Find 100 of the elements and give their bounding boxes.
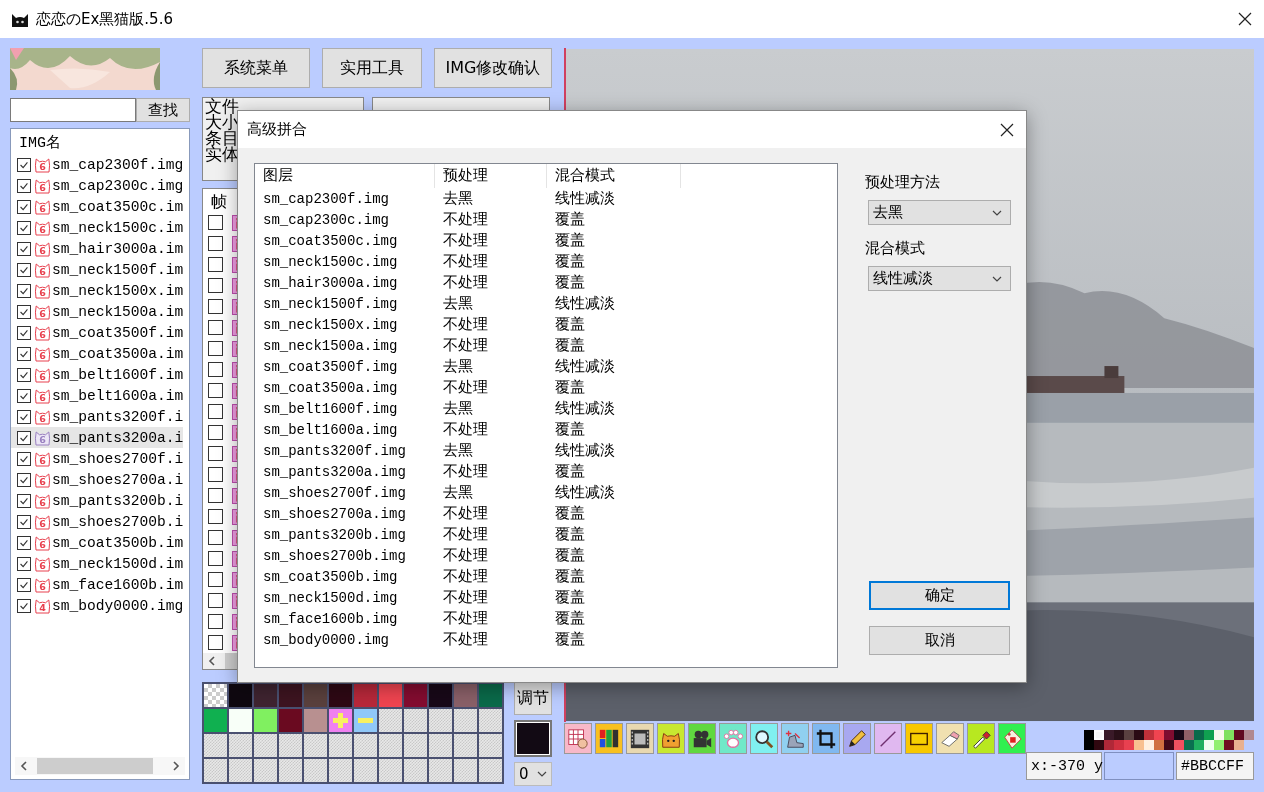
tool-button[interactable] bbox=[750, 723, 778, 754]
layer-select[interactable]: 0 bbox=[514, 762, 552, 786]
color-swatch[interactable] bbox=[254, 709, 277, 732]
checkbox[interactable] bbox=[17, 283, 31, 298]
current-color-swatch[interactable] bbox=[514, 720, 552, 757]
checkbox[interactable] bbox=[208, 614, 223, 629]
checkbox[interactable] bbox=[208, 509, 223, 524]
list-item[interactable]: 6 sm_pants3200a.i bbox=[11, 427, 184, 448]
list-item[interactable]: 6 sm_coat3500a.im bbox=[11, 343, 184, 364]
checkbox[interactable] bbox=[17, 178, 31, 193]
empty-swatch[interactable] bbox=[479, 709, 502, 732]
color-swatch[interactable] bbox=[229, 709, 252, 732]
empty-swatch[interactable] bbox=[454, 734, 477, 757]
checkbox[interactable] bbox=[17, 472, 31, 487]
color-swatch[interactable] bbox=[479, 684, 502, 707]
empty-swatch[interactable] bbox=[479, 759, 502, 782]
add-color-button[interactable] bbox=[329, 709, 352, 732]
list-item[interactable]: 6 sm_coat3500c.im bbox=[11, 196, 184, 217]
list-item[interactable]: 6 sm_neck1500c.im bbox=[11, 217, 184, 238]
list-item[interactable]: 6 sm_pants3200b.i bbox=[11, 490, 184, 511]
checkbox[interactable] bbox=[208, 635, 223, 650]
palette-strip-drawing[interactable] bbox=[1084, 730, 1254, 750]
tool-button[interactable] bbox=[812, 723, 840, 754]
close-icon[interactable] bbox=[1238, 12, 1252, 26]
checkbox[interactable] bbox=[208, 404, 223, 419]
checkbox[interactable] bbox=[17, 556, 31, 571]
checkbox[interactable] bbox=[17, 346, 31, 361]
checkbox[interactable] bbox=[208, 383, 223, 398]
list-item[interactable]: 6 sm_neck1500a.im bbox=[11, 301, 184, 322]
empty-swatch[interactable] bbox=[454, 759, 477, 782]
empty-swatch[interactable] bbox=[379, 734, 402, 757]
color-swatch[interactable] bbox=[204, 709, 227, 732]
checkbox[interactable] bbox=[17, 409, 31, 424]
empty-swatch[interactable] bbox=[229, 759, 252, 782]
checkbox[interactable] bbox=[208, 278, 223, 293]
checkbox[interactable] bbox=[208, 488, 223, 503]
empty-swatch[interactable] bbox=[329, 734, 352, 757]
checkbox[interactable] bbox=[17, 220, 31, 235]
list-item[interactable]: 6 sm_coat3500b.im bbox=[11, 532, 184, 553]
checkbox[interactable] bbox=[17, 535, 31, 550]
empty-swatch[interactable] bbox=[279, 759, 302, 782]
empty-swatch[interactable] bbox=[404, 759, 427, 782]
preprocess-select[interactable]: 去黑 bbox=[868, 200, 1011, 225]
list-item[interactable]: 6 sm_cap2300f.img bbox=[11, 154, 184, 175]
checkbox[interactable] bbox=[208, 593, 223, 608]
checkbox[interactable] bbox=[17, 157, 31, 172]
empty-swatch[interactable] bbox=[429, 709, 452, 732]
checkbox[interactable] bbox=[17, 367, 31, 382]
scrollbar-thumb[interactable] bbox=[37, 758, 153, 774]
checkbox[interactable] bbox=[208, 215, 223, 230]
empty-swatch[interactable] bbox=[379, 759, 402, 782]
checkbox[interactable] bbox=[208, 467, 223, 482]
scroll-right-icon[interactable] bbox=[170, 760, 182, 772]
checkbox[interactable] bbox=[17, 598, 31, 613]
empty-swatch[interactable] bbox=[404, 734, 427, 757]
list-item[interactable]: 6 sm_shoes2700a.i bbox=[11, 469, 184, 490]
tool-button[interactable] bbox=[905, 723, 933, 754]
empty-swatch[interactable] bbox=[254, 759, 277, 782]
list-item[interactable]: 6 sm_belt1600f.im bbox=[11, 364, 184, 385]
color-swatch[interactable] bbox=[404, 684, 427, 707]
hex-color-field[interactable]: #BBCCFF bbox=[1176, 752, 1254, 780]
search-button[interactable]: 查找 bbox=[136, 98, 190, 122]
checkbox[interactable] bbox=[208, 362, 223, 377]
empty-swatch[interactable] bbox=[329, 759, 352, 782]
scrollbar[interactable] bbox=[15, 757, 185, 775]
transparent-swatch[interactable] bbox=[204, 684, 227, 707]
empty-swatch[interactable] bbox=[379, 709, 402, 732]
empty-swatch[interactable] bbox=[429, 734, 452, 757]
color-swatch[interactable] bbox=[279, 684, 302, 707]
list-item[interactable]: 6 sm_pants3200f.i bbox=[11, 406, 184, 427]
color-swatch[interactable] bbox=[254, 684, 277, 707]
checkbox[interactable] bbox=[17, 451, 31, 466]
cancel-button[interactable]: 取消 bbox=[869, 626, 1010, 655]
checkbox[interactable] bbox=[208, 572, 223, 587]
scroll-left-icon[interactable] bbox=[18, 760, 30, 772]
checkbox[interactable] bbox=[17, 514, 31, 529]
tool-button[interactable] bbox=[688, 723, 716, 754]
empty-swatch[interactable] bbox=[279, 734, 302, 757]
empty-swatch[interactable] bbox=[304, 734, 327, 757]
empty-swatch[interactable] bbox=[354, 734, 377, 757]
checkbox[interactable] bbox=[17, 325, 31, 340]
color-swatch[interactable] bbox=[229, 684, 252, 707]
column-header[interactable]: 混合模式 bbox=[547, 164, 681, 188]
list-item[interactable]: 6 sm_face1600b.im bbox=[11, 574, 184, 595]
empty-swatch[interactable] bbox=[354, 759, 377, 782]
menu-button[interactable]: 系统菜单 bbox=[202, 48, 310, 88]
color-swatch[interactable] bbox=[379, 684, 402, 707]
checkbox[interactable] bbox=[17, 388, 31, 403]
empty-swatch[interactable] bbox=[254, 734, 277, 757]
list-item[interactable]: 6 sm_belt1600a.im bbox=[11, 385, 184, 406]
list-item[interactable]: 6 sm_neck1500f.im bbox=[11, 259, 184, 280]
checkbox[interactable] bbox=[208, 257, 223, 272]
checkbox[interactable] bbox=[208, 530, 223, 545]
checkbox[interactable] bbox=[208, 551, 223, 566]
list-item[interactable]: 6 sm_shoes2700f.i bbox=[11, 448, 184, 469]
tool-button[interactable] bbox=[967, 723, 995, 754]
scroll-left-icon[interactable] bbox=[206, 655, 218, 667]
menu-button[interactable]: 实用工具 bbox=[322, 48, 422, 88]
color-swatch[interactable] bbox=[304, 709, 327, 732]
menu-button[interactable]: IMG修改确认 bbox=[434, 48, 552, 88]
